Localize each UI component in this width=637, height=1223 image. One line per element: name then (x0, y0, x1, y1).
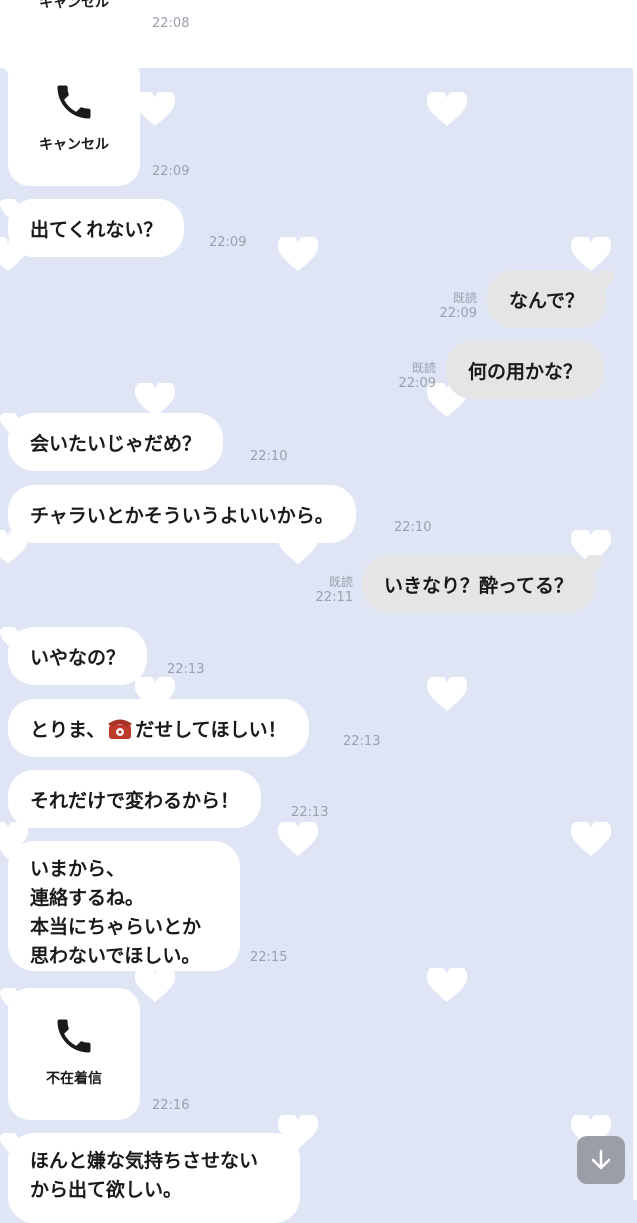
heart-icon (427, 968, 467, 1002)
heart-icon (427, 677, 467, 711)
timestamp: 22:08 (152, 16, 190, 31)
heart-icon (278, 822, 318, 856)
timestamp: 22:09 (209, 235, 247, 250)
timestamp: 22:10 (394, 520, 432, 535)
message-line: 連絡するね。 (30, 887, 145, 909)
read-receipt: 既読 (452, 291, 477, 305)
message-text: いやなの？ (30, 646, 126, 669)
message-text: 出てくれない？ (30, 218, 163, 241)
call-status-label: キャンセル (39, 137, 109, 153)
timestamp: 22:13 (343, 734, 381, 749)
timestamp: 22:09 (152, 164, 190, 179)
message-line: 本当にちゃらいとか (30, 916, 202, 938)
message-line: から出て欲しい。 (30, 1179, 183, 1201)
message-text: なんで？ (509, 289, 585, 312)
message-text: とりま、 (30, 718, 106, 741)
heart-icon (135, 92, 175, 126)
message-line: 思わないでほしい。 (30, 945, 201, 967)
message-text: それだけで変わるから！ (30, 789, 240, 812)
heart-icon (427, 92, 467, 126)
timestamp: 22:09 (439, 306, 477, 321)
read-receipt: 既読 (411, 361, 436, 375)
phone-icon (57, 85, 91, 119)
incoming-message[interactable]: いまから、 連絡するね。 本当にちゃらいとか 思わないでほしい。 (8, 841, 240, 971)
message-line: ほんと嫌な気持ちさせない (30, 1150, 259, 1172)
incoming-message[interactable]: 会いたいじゃだめ？ (8, 413, 224, 471)
message-text: 会いたいじゃだめ？ (30, 432, 202, 455)
outgoing-message[interactable]: なんで？ (487, 270, 607, 328)
scroll-to-bottom-button[interactable] (577, 1136, 625, 1184)
call-bubble-cancelled[interactable]: キャンセル (8, 54, 140, 186)
chat-area[interactable]: キャンセル 22:08 キャンセル 22:09 出てくれない？ 22:09 既読… (0, 0, 637, 1223)
phone-icon (57, 1019, 91, 1053)
call-bubble-missed[interactable]: 不在着信 (8, 988, 140, 1120)
message-text: 何の用かな？ (468, 360, 583, 383)
timestamp: 22:15 (250, 950, 288, 965)
incoming-message[interactable]: チャラいとかそういうよいいから。 (8, 485, 356, 543)
outgoing-message[interactable]: いきなり？酔ってる？ (362, 555, 596, 613)
call-status-label: 不在着信 (46, 1071, 102, 1087)
arrow-down-icon (591, 1149, 611, 1170)
incoming-message[interactable]: いやなの？ (8, 627, 148, 685)
message-text: いきなり？酔ってる？ (384, 574, 574, 597)
heart-icon (278, 237, 318, 271)
timestamp: 22:16 (152, 1098, 190, 1113)
message-line: いまから、 (30, 858, 126, 880)
message-text: チャラいとかそういうよいいから。 (30, 504, 334, 527)
incoming-message[interactable]: 出てくれない？ (8, 199, 185, 257)
timestamp: 22:13 (167, 662, 205, 677)
timestamp: 22:10 (250, 449, 288, 464)
timestamp: 22:13 (291, 805, 329, 820)
heart-icon (571, 237, 611, 271)
read-receipt: 既読 (328, 575, 353, 589)
incoming-message[interactable]: それだけで変わるから！ (8, 770, 262, 828)
incoming-message[interactable]: とりま、 だせしてほしい！ (8, 699, 309, 757)
telephone-emoji (108, 719, 133, 739)
timestamp: 22:11 (315, 590, 353, 605)
call-bubble-cancelled[interactable]: キャンセル (8, 0, 140, 40)
outgoing-message[interactable]: 何の用かな？ (446, 341, 605, 399)
heart-icon (571, 822, 611, 856)
heart-icon (135, 968, 175, 1002)
call-status-label: キャンセル (39, 0, 109, 11)
message-text: だせしてほしい！ (135, 718, 287, 741)
timestamp: 22:09 (398, 376, 436, 391)
incoming-message[interactable]: ほんと嫌な気持ちさせない から出て欲しい。 (8, 1133, 300, 1223)
